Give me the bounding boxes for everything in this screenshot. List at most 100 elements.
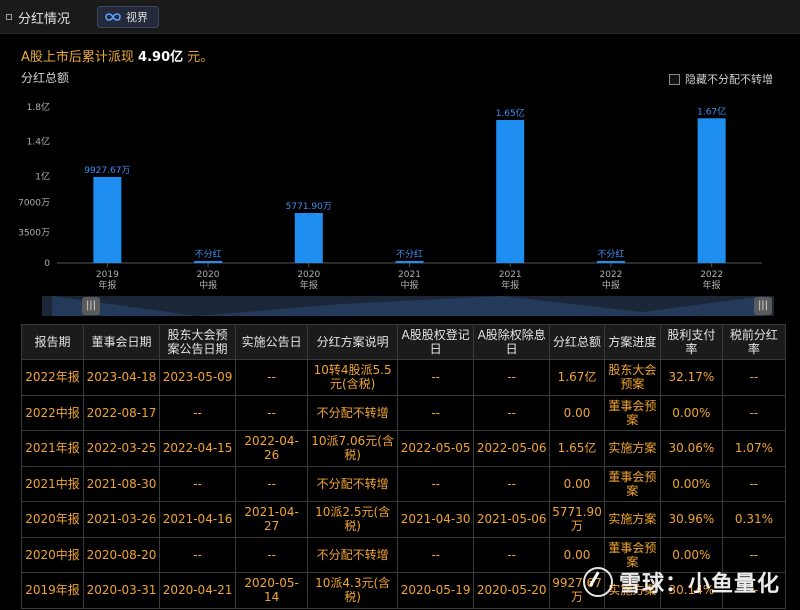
table-cell: 实施方案 [603,430,661,467]
table-cell: -- [159,394,237,431]
table-cell: 1.65亿 [549,430,605,467]
dividend-bar-chart: 03500万7000万1亿1.4亿1.8亿2019年报9927.67万2020中… [18,101,762,291]
table-cell: -- [159,465,237,502]
table-cell: 0.00 [549,465,605,502]
table-cell: 2020-05-14 [235,572,309,609]
view-button-label: 视界 [126,11,148,24]
table-cell: 10派2.5元(含税) [307,501,399,538]
table-cell: 2022-03-25 [83,430,161,467]
x-tick-label-period: 年报 [703,279,721,291]
table-cell: 0.00 [549,394,605,431]
x-tick-label-period: 年报 [300,279,318,291]
table-cell: 2022年报 [20,359,85,396]
toggle-label: 隐藏不分配不转增 [685,73,773,86]
bar [93,176,122,263]
table-cell: 2021中报 [20,465,85,502]
bar [697,118,726,263]
table-cell: 2020-05-19 [397,572,475,609]
view-button[interactable]: 视界 [97,6,159,28]
table-cell: 2023-04-18 [83,359,161,396]
tab-dividend[interactable]: 分红情况 [6,6,78,28]
table-cell: -- [235,536,309,573]
table-cell: 2021-05-06 [473,501,551,538]
summary-suffix: 元。 [187,50,214,65]
table-cell: 5771.90万 [549,501,605,538]
table-cell: 0.00% [659,465,723,502]
table-cell: -- [235,465,309,502]
hide-no-dividend-toggle[interactable]: 隐藏不分配不转增 [669,71,773,87]
table-cell: 2021年报 [20,430,85,467]
square-icon [6,14,12,20]
table-cell: 2020-03-31 [83,572,161,609]
bar [294,212,323,263]
table-cell: -- [397,465,475,502]
table-cell: 2020-08-20 [83,536,161,573]
table-cell: 董事会预案 [603,394,661,431]
y-tick-label: 1.8亿 [27,101,50,113]
y-tick-label: 3500万 [18,229,50,239]
table-cell: 股东大会预案 [603,359,661,396]
infinity-icon [105,13,121,21]
tab-dividend-label: 分红情况 [18,11,71,27]
table-cell: 不分配不转增 [307,536,399,573]
table-cell: 2020年报 [20,501,85,538]
table-cell: 2019年报 [20,572,85,609]
table-row[interactable]: 2020年报 2021-03-26 2021-04-16 2021-04-27 10派2… [20,501,787,538]
table-cell: 2021-04-27 [235,501,309,538]
table-cell: 2022-08-17 [83,394,161,431]
column-header: A股股权登记日 [397,324,475,360]
watermark-text: 雪球：小鱼量化 [619,572,781,597]
column-header: 分红方案说明 [307,324,399,360]
column-header: 税前分红率 [721,324,787,360]
bar-value-label: 1.65亿 [496,107,525,119]
y-tick-label: 0 [44,259,50,269]
column-header: 方案进度 [603,324,661,360]
table-cell: 2021-04-30 [397,501,475,538]
x-tick-label-period: 中报 [199,279,217,291]
table-cell: 2020-04-21 [159,572,237,609]
table-cell: -- [473,359,551,396]
bar [496,120,525,263]
snowball-logo-icon [583,567,613,597]
table-cell: -- [721,359,787,396]
x-tick-label-year: 2020 [297,270,320,280]
x-tick-label-period: 年报 [98,279,116,291]
table-cell: -- [473,465,551,502]
table-cell: 1.07% [721,430,787,467]
table-cell: 2022中报 [20,394,85,431]
x-tick-label-period: 中报 [400,279,418,291]
x-tick-label-year: 2022 [599,270,622,280]
table-cell: 2022-04-15 [159,430,237,467]
x-tick-label-year: 2019 [96,270,119,280]
slider-left-handle[interactable]: ||| [82,297,100,315]
y-tick-label: 1亿 [35,170,50,182]
slider-preview-shape [52,296,764,316]
chart-range-slider[interactable]: ||| ||| [42,296,774,316]
table-cell: 0.31% [721,501,787,538]
checkbox[interactable] [669,73,680,85]
y-tick-label: 1.4亿 [27,136,50,148]
column-header: 股利支付率 [659,324,723,360]
table-cell: 1.67亿 [549,359,605,396]
x-tick-label-period: 年报 [501,279,519,291]
table-cell: 10转4股派5.5元(含税) [307,359,399,396]
column-header: 报告期 [20,324,85,360]
bar-value-label: 不分红 [597,248,624,260]
table-cell: -- [721,394,787,431]
table-cell: 2021-08-30 [83,465,161,502]
table-cell: -- [473,394,551,431]
table-cell: -- [235,394,309,431]
slider-track[interactable] [42,296,774,316]
slider-right-handle[interactable]: ||| [754,297,772,315]
table-row[interactable]: 2022中报 2022-08-17 -- -- 不分配不转增 -- -- 0.00 董事会预案 0… [20,394,787,431]
y-tick-label: 7000万 [18,198,50,208]
table-cell: 2021-04-16 [159,501,237,538]
table-row[interactable]: 2021年报 2022-03-25 2022-04-15 2022-04-26 10派7… [20,430,787,467]
table-cell: 2020中报 [20,536,85,573]
column-header: A股除权除息日 [473,324,551,360]
table-cell: -- [397,394,475,431]
column-header: 实施公告日 [235,324,309,360]
table-row[interactable]: 2022年报 2023-04-18 2023-05-09 -- 10转4股派5.5元(含… [20,359,787,396]
table-row[interactable]: 2021中报 2021-08-30 -- -- 不分配不转增 -- -- 0.00 董事会预案 0… [20,465,787,502]
column-header: 董事会日期 [83,324,161,360]
